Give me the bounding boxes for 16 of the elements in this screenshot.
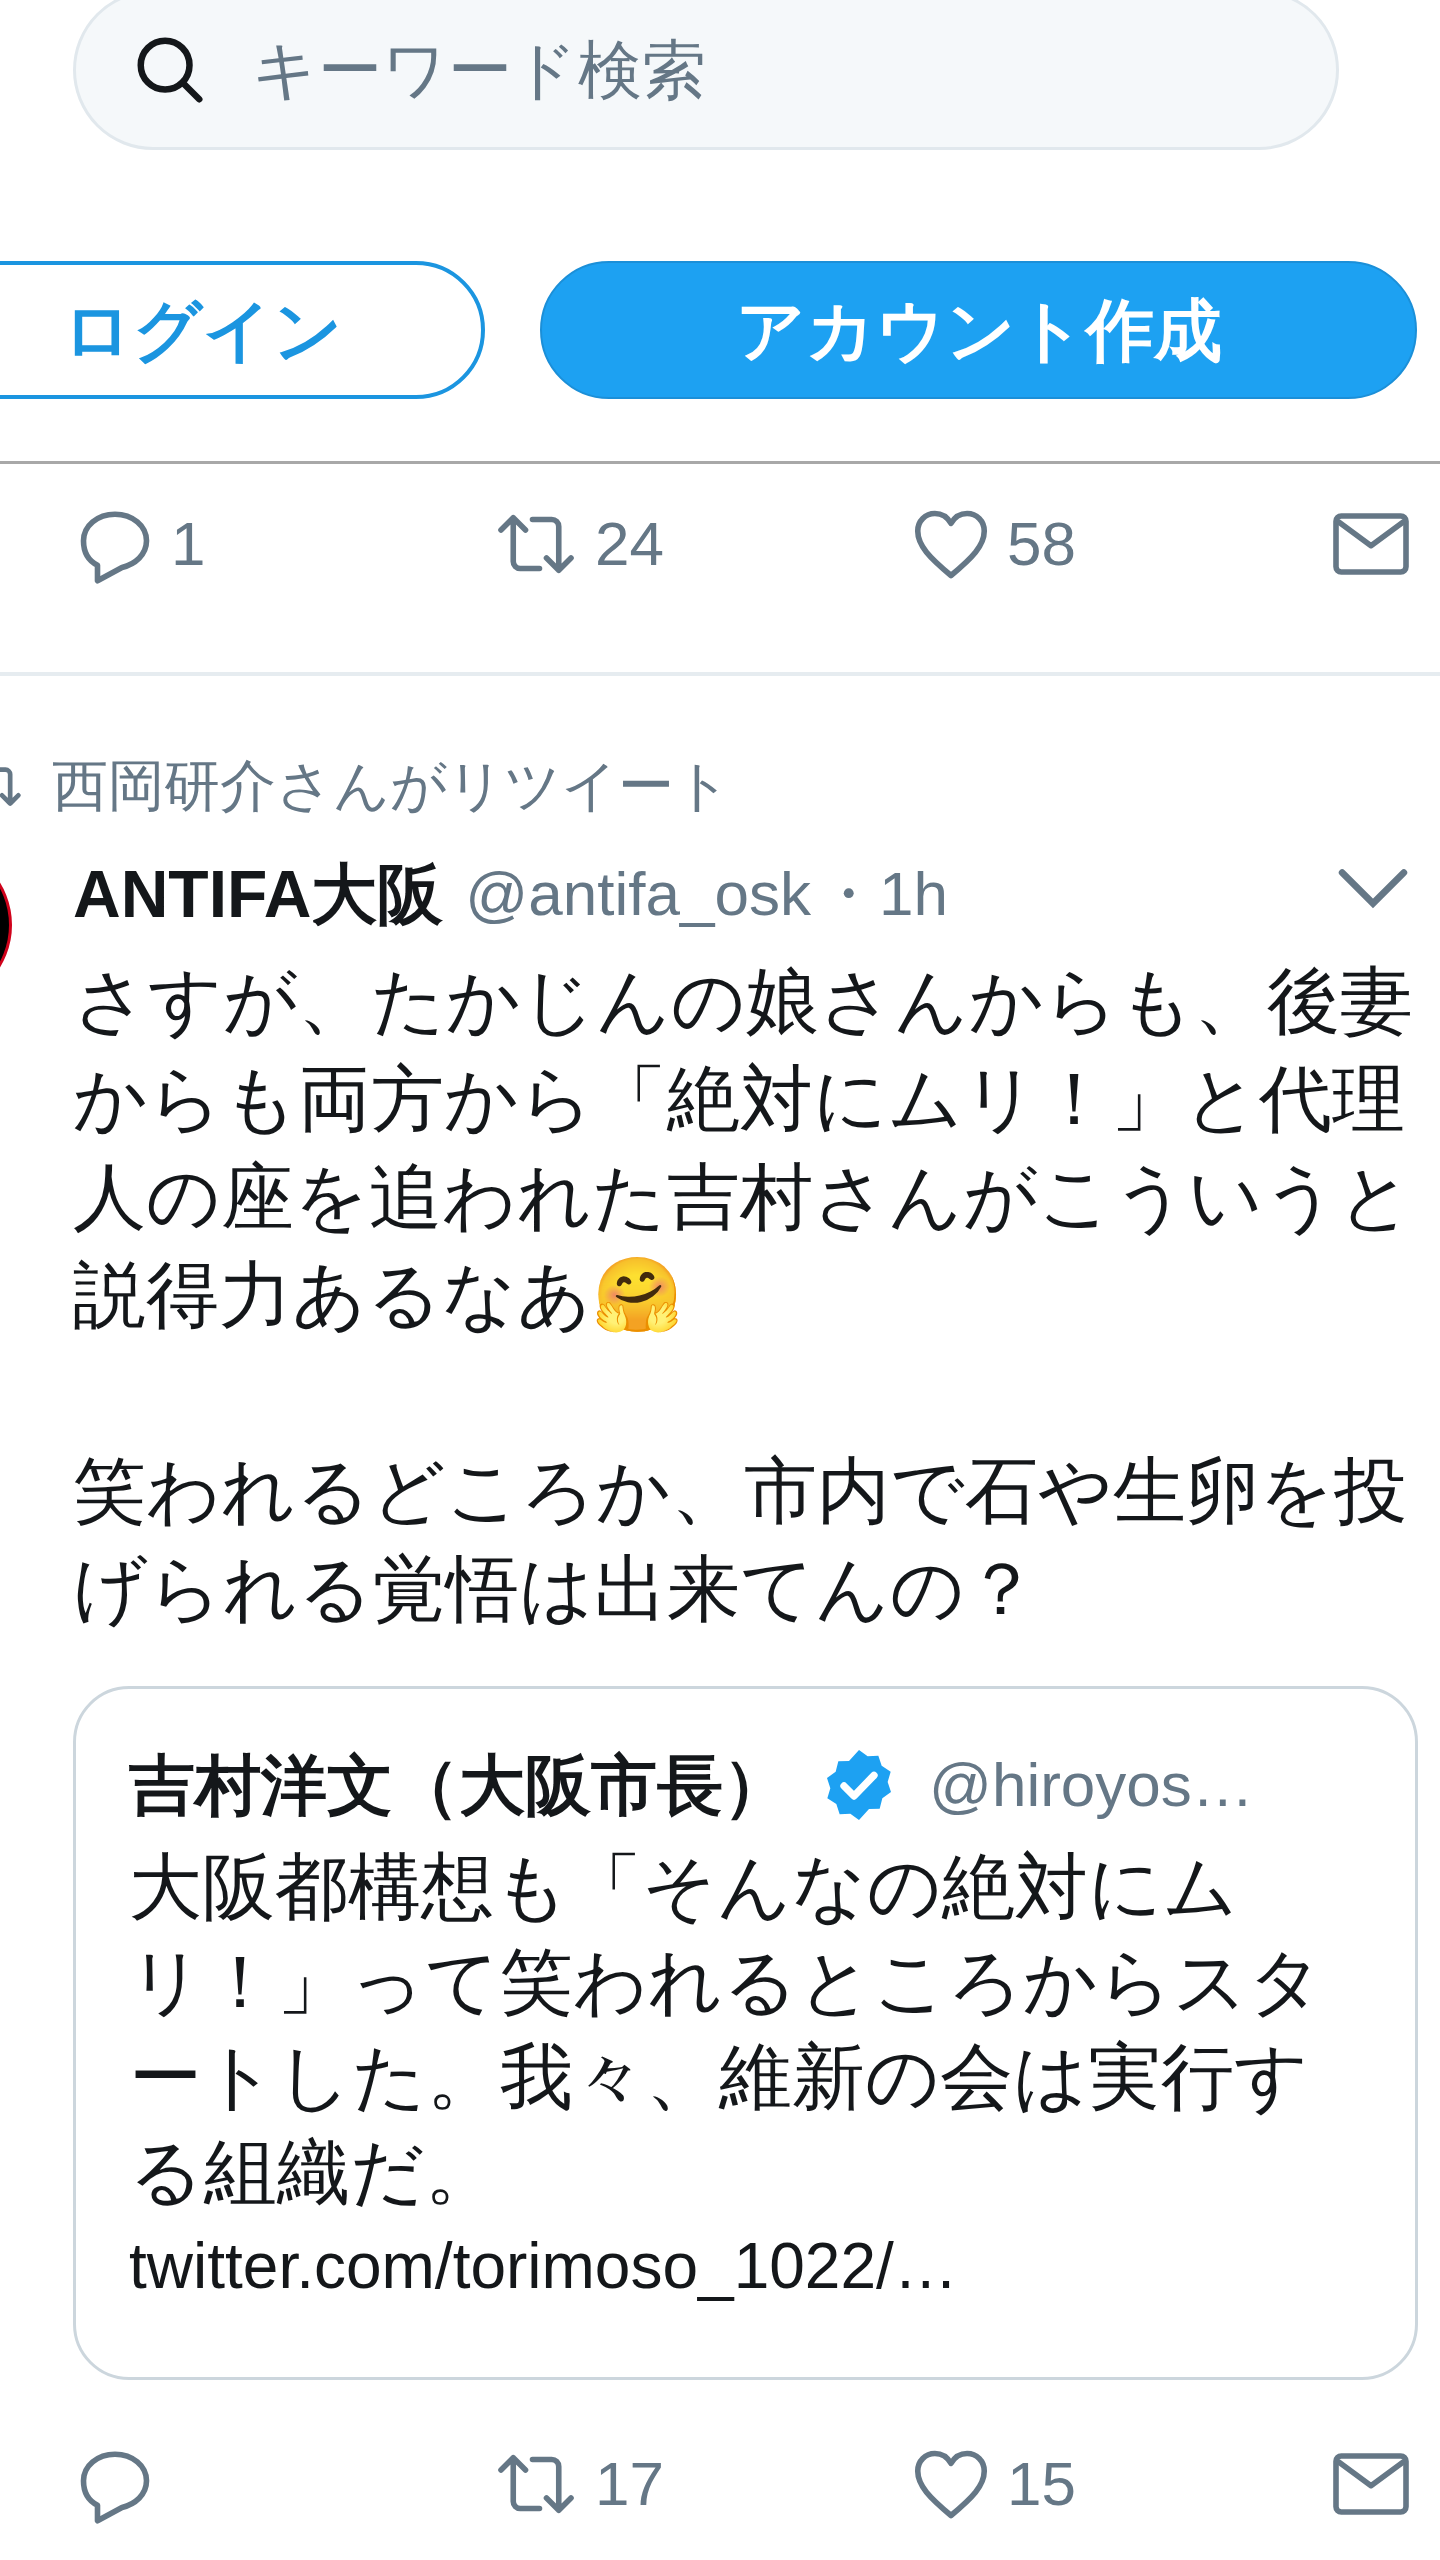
tweet-text: さすが、たかじんの娘さんからも、後妻からも両方から「絶対にムリ！」と代理人の座を追われた吉村さんがこういうと説得力あるなあ🤗 (73, 960, 1413, 1335)
action-count: 17 (595, 2453, 664, 2515)
retweet-context: 西岡研介さんがリツイート (52, 758, 731, 814)
search-field[interactable]: キーワード検索 (73, 0, 1339, 150)
chevron-down-icon[interactable] (1336, 866, 1410, 910)
action-count: 1 (171, 513, 206, 575)
action-count: 15 (1007, 2453, 1076, 2515)
quoted-tweet-text: 大阪都構想も「そんなの絶対にムリ！」って笑われるところからスタートした。我々、維新の会は実行する組織だ。 (129, 1845, 1324, 2214)
quoted-tweet-card[interactable]: 吉村洋文（大阪市長） @hiroyos… 大阪都構想も「そんなの絶対にムリ！」って笑われるところからスタートした。我々、維新の会は実行する組織だ。 twitter.com/torimoso_1022/… (73, 1686, 1418, 2380)
author-name: ANTIFA大阪 (73, 861, 444, 927)
author-handle: @antifa_osk (465, 863, 811, 925)
quoted-link[interactable]: twitter.com/torimoso_1022/… (129, 2219, 1415, 2314)
tweet-time: ・1h (816, 863, 948, 925)
action-count: 24 (595, 513, 664, 575)
action-count: 58 (1007, 513, 1076, 575)
tweet-text: 笑われるどころか、市内で石や生卵を投げられる覚悟は出来てんの？ (73, 1450, 1407, 1629)
